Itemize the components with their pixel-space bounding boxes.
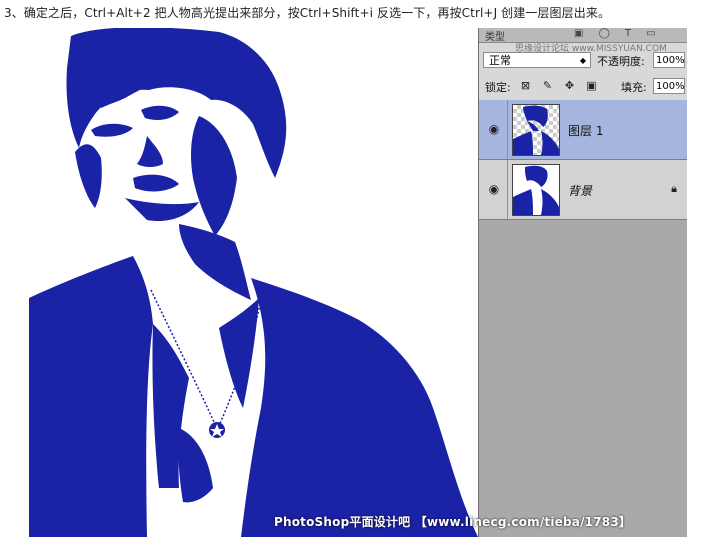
layer-row-layer1[interactable]: ◉ 图层 1 <box>479 100 687 160</box>
eye-visibility-icon[interactable]: ◉ <box>485 182 503 196</box>
checkerboard-lock-icon[interactable]: ⊠ <box>519 79 532 92</box>
opacity-label: 不透明度: <box>597 55 645 68</box>
background-thumbnail-art <box>513 165 559 215</box>
filter-kind-label[interactable]: 类型 <box>485 28 505 43</box>
layer-row-divider <box>507 160 508 219</box>
lock-label: 锁定: <box>485 81 511 94</box>
layer-row-divider <box>507 100 508 159</box>
brush-lock-icon[interactable]: ✎ <box>541 79 554 92</box>
background-thumbnail <box>512 164 560 216</box>
layer-row-background[interactable]: ◉ 背景 🔒︎ <box>479 160 687 220</box>
document-canvas[interactable] <box>29 28 478 537</box>
fill-label: 填充: <box>621 81 647 94</box>
blend-mode-value: 正常 <box>489 54 511 67</box>
layer1-name[interactable]: 图层 1 <box>568 122 603 139</box>
layers-panel: 类型 ▣ ◯ T ▭ 思缘设计论坛 www.MISSYUAN.COM 正常 ◆ … <box>478 28 687 537</box>
footer-watermark: PhotoShop平面设计吧 【www.linecg.com/tieba/178… <box>274 515 632 529</box>
filter-icons[interactable]: ▣ ◯ T ▭ <box>574 28 662 39</box>
layer1-thumbnail-art <box>513 105 559 155</box>
move-lock-icon[interactable]: ✥ <box>563 79 576 92</box>
layer1-thumbnail <box>512 104 560 156</box>
padlock-icon[interactable]: ▣ <box>585 79 598 92</box>
fill-field[interactable]: 100% <box>653 78 685 94</box>
portrait-threshold-image <box>29 28 478 537</box>
chevron-updown-icon: ◆ <box>579 56 586 65</box>
tutorial-caption: 3、确定之后，Ctrl+Alt+2 把人物高光提出来部分，按Ctrl+Shift… <box>4 6 611 20</box>
blend-mode-select[interactable]: 正常 ◆ <box>483 52 591 68</box>
padlock-icon: 🔒︎ <box>671 182 677 195</box>
eye-visibility-icon[interactable]: ◉ <box>485 122 503 136</box>
lock-fill-row: 锁定: ⊠ ✎ ✥ ▣ 填充: 100% <box>479 75 687 97</box>
background-layer-name[interactable]: 背景 <box>568 182 592 199</box>
blend-opacity-row: 正常 ◆ 不透明度: 100% <box>479 49 687 71</box>
opacity-field[interactable]: 100% <box>653 52 685 68</box>
